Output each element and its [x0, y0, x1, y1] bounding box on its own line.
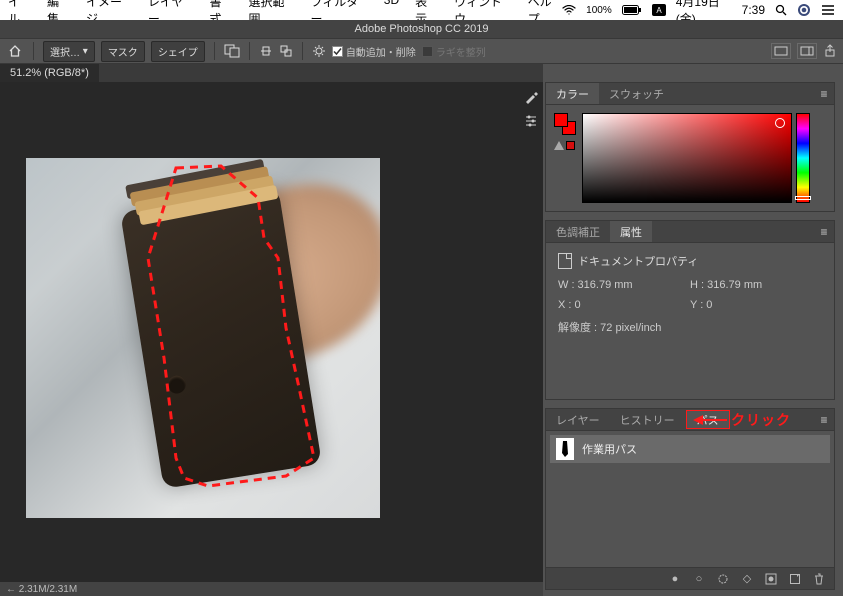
- brush-presets-icon[interactable]: [520, 86, 542, 108]
- fill-path-icon[interactable]: ●: [668, 572, 682, 586]
- path-item-label: 作業用パス: [582, 441, 637, 457]
- search-icon[interactable]: [775, 4, 787, 16]
- new-path-icon[interactable]: [788, 572, 802, 586]
- wifi-icon[interactable]: [562, 5, 576, 15]
- prop-x: X : 0: [558, 299, 690, 311]
- rubber-band-checkbox: ラギを整列: [422, 44, 486, 59]
- prop-y: Y : 0: [690, 299, 822, 311]
- properties-title: ドキュメントプロパティ: [578, 253, 698, 269]
- tab-history[interactable]: ヒストリー: [610, 409, 685, 430]
- tab-layers[interactable]: レイヤー: [546, 409, 610, 430]
- gamut-warning[interactable]: [554, 141, 576, 150]
- tab-color[interactable]: カラー: [546, 83, 599, 104]
- paths-panel: レイヤー ヒストリー パス ≡ 作業用パス ● ○ ◇: [545, 408, 835, 590]
- document-image[interactable]: [26, 158, 380, 518]
- battery-level: 100%: [586, 5, 612, 16]
- paths-panel-footer: ● ○ ◇: [546, 567, 834, 589]
- status-docsize: ← 2.31M/2.31M: [6, 584, 77, 595]
- selection-mode-button[interactable]: 選択… ▾: [43, 41, 95, 62]
- pathops-icon[interactable]: [224, 44, 240, 58]
- stroke-path-icon[interactable]: ○: [692, 572, 706, 586]
- auto-add-delete-checkbox[interactable]: 自動追加・削除: [332, 44, 416, 59]
- annotation-click-arrow: クリック: [693, 410, 791, 430]
- mask-icon[interactable]: [764, 572, 778, 586]
- panel-menu-icon[interactable]: ≡: [814, 409, 834, 430]
- brush-settings-icon[interactable]: [520, 110, 542, 132]
- annotation-label: クリック: [731, 410, 791, 430]
- workspace-icon[interactable]: [797, 43, 817, 59]
- share-icon[interactable]: [823, 44, 837, 58]
- app-title: Adobe Photoshop CC 2019: [355, 23, 489, 35]
- battery-icon: [622, 5, 642, 15]
- color-field[interactable]: [582, 113, 792, 203]
- make-work-path-icon[interactable]: ◇: [740, 572, 754, 586]
- screen-mode-icon[interactable]: [771, 43, 791, 59]
- load-path-selection-icon[interactable]: [716, 572, 730, 586]
- document-tabs: 51.2% (RGB/8*): [0, 64, 543, 82]
- align-icon[interactable]: [259, 44, 273, 58]
- home-icon[interactable]: [6, 42, 24, 60]
- color-swatch-fg-bg[interactable]: [554, 113, 576, 135]
- collapsed-panel-strip: [520, 82, 544, 132]
- color-panel: カラー スウォッチ ≡: [545, 82, 835, 212]
- path-item-work-path[interactable]: 作業用パス: [550, 435, 830, 463]
- panel-menu-icon[interactable]: ≡: [814, 221, 834, 242]
- prop-height: H : 316.79 mm: [690, 279, 822, 291]
- prop-resolution: 解像度 : 72 pixel/inch: [558, 319, 822, 335]
- prop-width: W : 316.79 mm: [558, 279, 690, 291]
- canvas-area[interactable]: [0, 82, 543, 582]
- input-source-icon[interactable]: A: [652, 4, 666, 16]
- panel-dock: カラー スウォッチ ≡ 色調補正 属性 ≡: [545, 82, 835, 590]
- hue-slider[interactable]: [796, 113, 810, 203]
- app-titlebar: Adobe Photoshop CC 2019: [0, 20, 843, 38]
- warning-icon: [554, 141, 564, 150]
- arrange-icon[interactable]: [279, 44, 293, 58]
- tab-swatches[interactable]: スウォッチ: [599, 83, 674, 104]
- foreground-color-swatch[interactable]: [554, 113, 568, 127]
- options-bar: 選択… ▾ マスク シェイプ 自動追加・削除 ラギを整列: [0, 38, 843, 64]
- arrow-icon: [693, 413, 727, 427]
- tab-properties[interactable]: 属性: [610, 221, 652, 242]
- document-tab-active[interactable]: 51.2% (RGB/8*): [0, 64, 99, 82]
- menubar-time: 7:39: [742, 3, 765, 17]
- path-thumbnail: [556, 438, 574, 460]
- auto-add-delete-label: 自動追加・削除: [346, 44, 416, 59]
- delete-path-icon[interactable]: [812, 572, 826, 586]
- panel-menu-icon[interactable]: ≡: [814, 83, 834, 104]
- properties-panel: 色調補正 属性 ≡ ドキュメントプロパティ W : 316.79 mm H : …: [545, 220, 835, 400]
- mask-button[interactable]: マスク: [101, 41, 145, 62]
- document-icon: [558, 253, 572, 269]
- shape-button[interactable]: シェイプ: [151, 41, 205, 62]
- svg-text:A: A: [656, 6, 662, 15]
- cc-icon[interactable]: [797, 3, 811, 17]
- notifications-icon[interactable]: [821, 4, 835, 16]
- rubber-band-label: ラギを整列: [436, 44, 486, 59]
- tab-adjustments[interactable]: 色調補正: [546, 221, 610, 242]
- gear-icon[interactable]: [312, 44, 326, 58]
- selection-path: [26, 158, 380, 518]
- macos-menubar: イル 編集 イメージ レイヤー 書式 選択範囲 フィルター 3D 表示 ウィンド…: [0, 0, 843, 20]
- status-bar: ← 2.31M/2.31M: [0, 582, 543, 596]
